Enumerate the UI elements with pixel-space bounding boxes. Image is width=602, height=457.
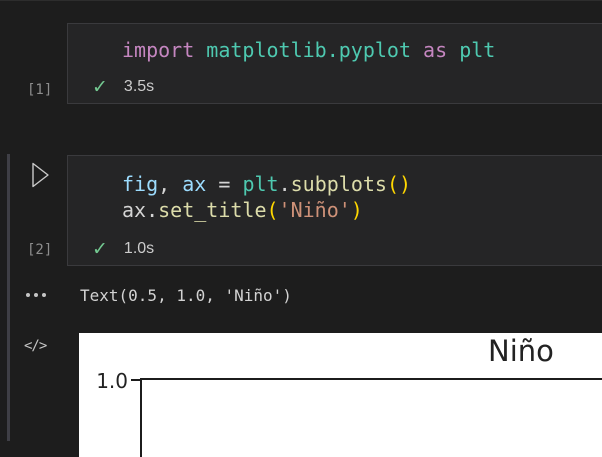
execution-duration: 3.5s <box>123 78 155 95</box>
dot <box>34 293 38 297</box>
code-cell-2[interactable]: fig, ax = plt.subplots() ax.set_title('Ni… <box>67 155 602 266</box>
code-cell-1[interactable]: import matplotlib.pyplot as plt ✓ 3.5s <box>67 23 602 104</box>
check-icon: ✓ <box>92 76 108 98</box>
code-token: 'Niño' <box>278 198 351 222</box>
run-cell-button[interactable] <box>29 160 53 190</box>
cell-1-status-bar: ✓ 3.5s <box>92 76 154 98</box>
code-token: set_title <box>158 198 267 222</box>
cell-1-editor[interactable]: import matplotlib.pyplot as plt <box>68 24 602 63</box>
execution-count-2: [2] <box>27 242 53 258</box>
code-token: as <box>423 38 448 62</box>
code-token: , <box>158 172 183 196</box>
code-token: () <box>386 172 412 196</box>
figure-title: Niño <box>488 334 554 368</box>
code-token: matplotlib.pyplot <box>206 38 411 62</box>
execution-duration: 1.0s <box>123 240 155 257</box>
code-token: import <box>122 38 195 62</box>
code-token: = <box>206 172 243 196</box>
y-tick-mark <box>131 379 140 381</box>
top-divider <box>0 0 602 1</box>
code-token: plt <box>242 172 279 196</box>
code-token: ax. <box>122 198 159 222</box>
dot <box>26 293 30 297</box>
notebook-editor: [1] import matplotlib.pyplot as plt ✓ 3.… <box>0 0 602 457</box>
code-token: ax <box>182 172 207 196</box>
change-presentation-icon[interactable]: </> <box>24 338 47 354</box>
dot <box>42 293 46 297</box>
cell-2-editor[interactable]: fig, ax = plt.subplots() ax.set_title('Ni… <box>68 156 602 223</box>
code-token: plt <box>459 38 496 62</box>
axes-top-spine <box>140 378 602 380</box>
y-axis-tick-label: 1.0 <box>96 369 128 393</box>
axes-left-spine <box>140 378 142 457</box>
play-icon <box>32 162 49 188</box>
cell-2-status-bar: ✓ 1.0s <box>92 238 154 260</box>
check-icon: ✓ <box>92 238 108 260</box>
code-token: fig <box>122 172 159 196</box>
code-token: . <box>278 172 291 196</box>
code-token: subplots <box>290 172 387 196</box>
matplotlib-figure-output: Niño 1.0 <box>79 333 602 457</box>
code-token: ( <box>266 198 279 222</box>
cell-focus-indicator <box>7 154 10 441</box>
output-menu-ellipsis-icon[interactable] <box>26 293 46 297</box>
execution-result-text: Text(0.5, 1.0, 'Niño') <box>80 286 292 305</box>
code-token: ) <box>350 198 363 222</box>
execution-count-1: [1] <box>27 82 53 98</box>
